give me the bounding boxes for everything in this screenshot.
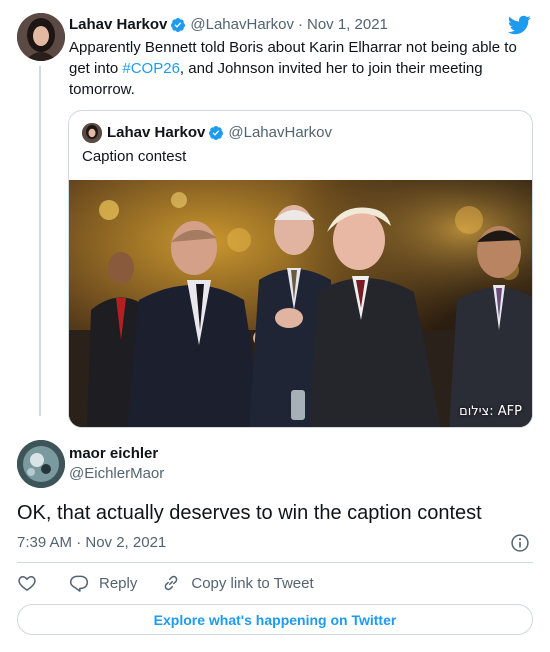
twitter-bird-icon[interactable]	[507, 13, 531, 37]
tweet-embed-card: Lahav Harkov @LahavHarkov · Nov 1, 2021 …	[0, 0, 550, 652]
like-button[interactable]	[17, 573, 37, 593]
explore-twitter-button[interactable]: Explore what's happening on Twitter	[17, 604, 533, 635]
parent-tweet-text: Apparently Bennett told Boris about Kari…	[69, 37, 529, 100]
reply-author-handle[interactable]: @EichlerMaor	[69, 464, 164, 484]
parent-tweet-date[interactable]: Nov 1, 2021	[307, 15, 388, 35]
quoted-author-avatar[interactable]	[82, 123, 102, 143]
reply-button[interactable]: Reply	[69, 573, 137, 593]
copy-link-button[interactable]: Copy link to Tweet	[161, 573, 314, 593]
info-icon[interactable]	[510, 533, 530, 553]
copy-link-label: Copy link to Tweet	[191, 574, 314, 592]
reply-tweet-text: OK, that actually deserves to win the ca…	[17, 502, 482, 524]
quoted-author-name[interactable]: Lahav Harkov	[107, 123, 205, 143]
tweet-actions: Reply Copy link to Tweet	[17, 572, 314, 594]
photo-credit: צילום: AFP	[459, 404, 522, 419]
quoted-tweet-text: Caption contest	[82, 148, 187, 165]
parent-tweet-header: Lahav Harkov @LahavHarkov · Nov 1, 2021	[69, 15, 388, 35]
verified-badge-icon	[209, 126, 224, 140]
heart-icon	[18, 576, 36, 591]
thread-connector-line	[39, 66, 41, 416]
parent-author-avatar[interactable]	[17, 13, 65, 61]
parent-author-handle[interactable]: @LahavHarkov	[190, 15, 294, 35]
header-separator: ·	[298, 16, 303, 33]
quoted-author-handle[interactable]: @LahavHarkov	[228, 123, 332, 143]
divider	[17, 562, 533, 563]
quoted-tweet[interactable]: Lahav Harkov @LahavHarkov Caption contes…	[68, 110, 533, 428]
link-icon	[165, 575, 178, 591]
reply-icon	[69, 575, 89, 592]
verified-badge-icon	[171, 18, 186, 32]
reply-label: Reply	[99, 574, 138, 592]
hashtag-link[interactable]: #COP26	[122, 60, 180, 77]
quoted-tweet-photo[interactable]: צילום: AFP	[69, 180, 532, 427]
quoted-tweet-header: Lahav Harkov @LahavHarkov	[82, 123, 332, 143]
parent-author-name[interactable]: Lahav Harkov	[69, 15, 167, 35]
reply-timestamp[interactable]: 7:39 AM · Nov 2, 2021	[17, 533, 166, 553]
reply-author-avatar[interactable]	[17, 440, 65, 488]
reply-author-name[interactable]: maor eichler	[69, 444, 158, 464]
